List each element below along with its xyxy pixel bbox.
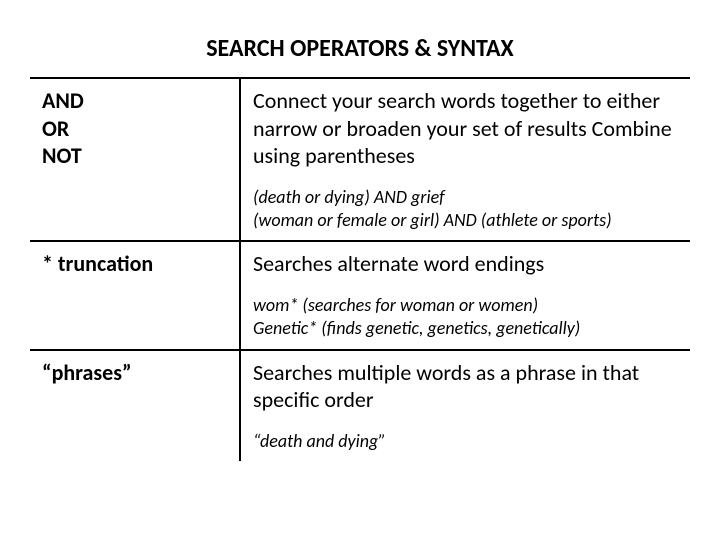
table-row: “phrases” Searches multiple words as a p… (30, 350, 690, 422)
operators-table: AND OR NOT Connect your search words tog… (30, 77, 690, 461)
description-cell: Connect your search words together to ei… (240, 78, 690, 178)
page-title: SEARCH OPERATORS & SYNTAX (30, 34, 690, 63)
table-row: * truncation Searches alternate word end… (30, 241, 690, 286)
description-cell: Searches alternate word endings (240, 241, 690, 286)
empty-cell (30, 422, 240, 461)
empty-cell (30, 286, 240, 350)
table-row: AND OR NOT Connect your search words tog… (30, 78, 690, 178)
table-row: (death or dying) AND grief (woman or fem… (30, 178, 690, 242)
description-cell: Searches multiple words as a phrase in t… (240, 350, 690, 422)
operator-line: AND (42, 87, 227, 115)
table-row: wom* (searches for woman or women) Genet… (30, 286, 690, 350)
example-line: (woman or female or girl) AND (athlete o… (253, 209, 678, 232)
operator-line: NOT (42, 142, 227, 170)
empty-cell (30, 178, 240, 242)
operator-cell: * truncation (30, 241, 240, 286)
example-cell: wom* (searches for woman or women) Genet… (240, 286, 690, 350)
example-line: Genetic* (finds genetic, genetics, genet… (253, 317, 678, 340)
operator-line: “phrases” (42, 359, 227, 387)
example-line: wom* (searches for woman or women) (253, 294, 678, 317)
operator-cell: AND OR NOT (30, 78, 240, 178)
operator-cell: “phrases” (30, 350, 240, 422)
example-cell: “death and dying” (240, 422, 690, 461)
example-cell: (death or dying) AND grief (woman or fem… (240, 178, 690, 242)
example-line: (death or dying) AND grief (253, 186, 678, 209)
operator-line: OR (42, 115, 227, 143)
table-row: “death and dying” (30, 422, 690, 461)
operator-line: * truncation (42, 250, 227, 278)
example-line: “death and dying” (253, 430, 678, 453)
